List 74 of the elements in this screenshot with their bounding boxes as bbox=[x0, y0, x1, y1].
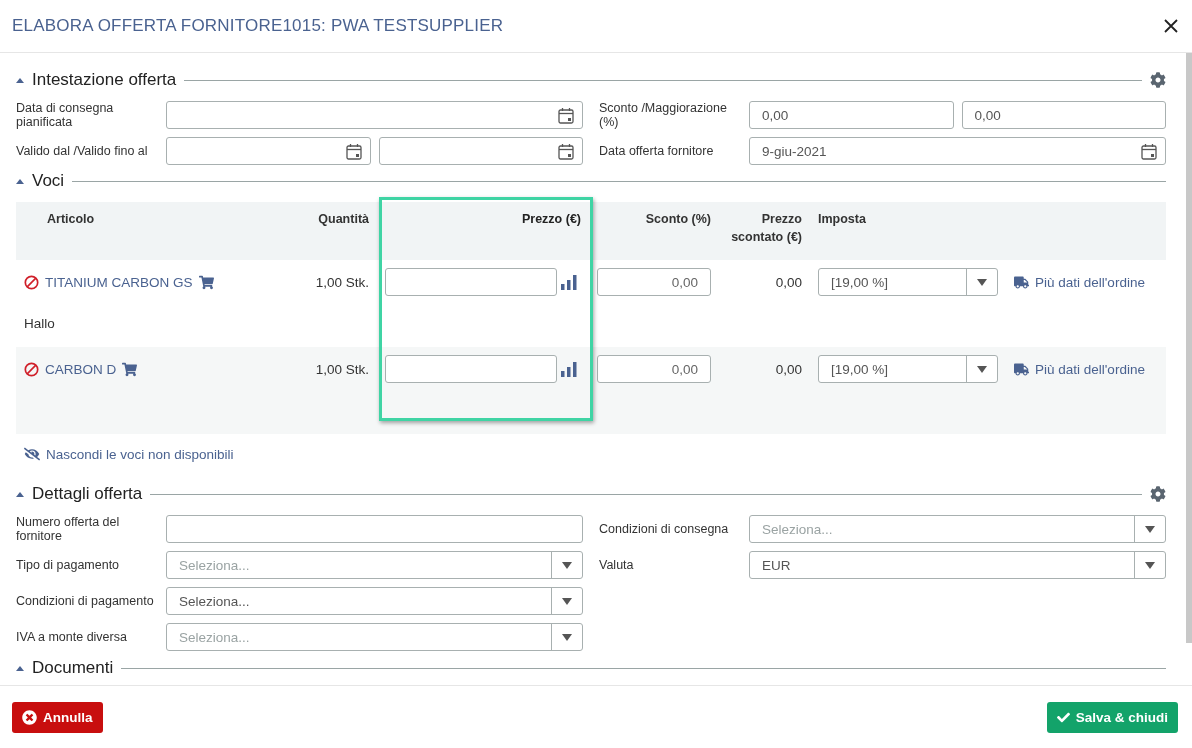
number-field[interactable]: 0,00 bbox=[749, 101, 954, 129]
cart-icon[interactable] bbox=[198, 274, 214, 290]
date-field[interactable] bbox=[378, 137, 583, 165]
dropdown-arrow-icon bbox=[562, 633, 572, 641]
field-label: IVA a monte diversa bbox=[16, 630, 128, 644]
field-label: Valuta bbox=[599, 558, 635, 572]
dropdown-arrow-icon bbox=[562, 597, 572, 605]
collapse-caret-icon[interactable] bbox=[16, 491, 24, 497]
field-label: Valido dal /Valido fino al bbox=[16, 144, 149, 158]
collapse-caret-icon[interactable] bbox=[16, 178, 24, 184]
cancel-button[interactable]: Annulla bbox=[12, 701, 103, 733]
section-title: Voci bbox=[32, 171, 65, 191]
field-label: Data offerta fornitore bbox=[599, 144, 715, 158]
field-label: Numero offerta del fornitore bbox=[16, 515, 121, 543]
discount-field[interactable]: 0,00 bbox=[597, 355, 711, 383]
article-link[interactable]: TITANIUM CARBON GS bbox=[45, 274, 193, 290]
check-icon bbox=[1056, 710, 1070, 724]
field-label: Condizioni di pagamento bbox=[16, 594, 155, 608]
field-label: Condizioni di consegna bbox=[599, 522, 730, 536]
save-button[interactable]: Salva & chiudi bbox=[1046, 701, 1178, 733]
field-label: Sconto /Maggiorazione (%) bbox=[599, 101, 728, 129]
dialog-title: ELABORA OFFERTA FORNITORE1015: PWA TESTSUPPLIER bbox=[12, 16, 504, 36]
calendar-icon bbox=[345, 142, 362, 160]
column-header: Sconto (%) bbox=[645, 212, 711, 226]
calendar-icon bbox=[1141, 142, 1157, 160]
calendar-icon bbox=[558, 142, 574, 160]
truck-icon bbox=[1014, 274, 1029, 290]
dropdown-arrow-icon bbox=[562, 561, 572, 569]
collapse-caret-icon[interactable] bbox=[16, 665, 24, 671]
settings-icon[interactable] bbox=[1150, 486, 1166, 502]
dropdown-arrow-icon bbox=[977, 365, 987, 373]
price-field[interactable] bbox=[385, 268, 557, 296]
dropdown-arrow-icon bbox=[1145, 561, 1155, 569]
order-data-link[interactable]: Più dati dell'ordine bbox=[1014, 274, 1145, 290]
dropdown-arrow-icon bbox=[977, 278, 987, 286]
field-label: Data di consegna pianificata bbox=[16, 101, 115, 129]
quantity-text: 1,00 Stk. bbox=[315, 361, 369, 377]
article-link[interactable]: CARBON D bbox=[45, 361, 117, 377]
discounted-price-text: 0,00 bbox=[775, 361, 802, 377]
number-field[interactable]: 0,00 bbox=[961, 101, 1166, 129]
text-field[interactable] bbox=[166, 515, 583, 543]
section-title: Dettagli offerta bbox=[32, 484, 143, 504]
truck-icon bbox=[1014, 361, 1029, 377]
tax-select[interactable]: [19,00 %] bbox=[818, 268, 998, 296]
settings-icon[interactable] bbox=[1150, 72, 1166, 88]
section-title: Documenti bbox=[32, 658, 114, 678]
cancel-icon bbox=[22, 709, 37, 725]
bar-chart-icon[interactable] bbox=[561, 361, 577, 377]
bar-chart-icon[interactable] bbox=[561, 274, 577, 290]
order-data-link[interactable]: Più dati dell'ordine bbox=[1014, 361, 1145, 377]
hide-unavailable-link[interactable]: Nascondi le voci non disponibili bbox=[24, 446, 234, 462]
date-field[interactable]: 9-giu-2021 bbox=[749, 137, 1166, 165]
section-title: Intestazione offerta bbox=[32, 70, 177, 90]
item-note: Hallo bbox=[24, 316, 55, 331]
discount-field[interactable]: 0,00 bbox=[597, 268, 711, 296]
select-field[interactable]: Seleziona... bbox=[166, 587, 583, 615]
quantity-text: 1,00 Stk. bbox=[315, 274, 369, 290]
column-header: Prezzo (€) bbox=[521, 212, 581, 226]
column-header: Imposta bbox=[818, 212, 866, 226]
field-label: Tipo di pagamento bbox=[16, 558, 121, 572]
date-field[interactable] bbox=[166, 101, 583, 129]
calendar-icon bbox=[558, 106, 574, 124]
dropdown-arrow-icon bbox=[1145, 525, 1155, 533]
column-header: Prezzo scontato (€) bbox=[731, 212, 802, 244]
column-header: Quantità bbox=[318, 212, 369, 226]
date-field[interactable] bbox=[166, 137, 371, 165]
select-field[interactable]: EUR bbox=[749, 551, 1166, 579]
eye-slash-icon bbox=[24, 446, 40, 462]
price-field[interactable] bbox=[385, 355, 557, 383]
collapse-caret-icon[interactable] bbox=[16, 77, 24, 83]
discounted-price-text: 0,00 bbox=[775, 274, 802, 290]
tax-select[interactable]: [19,00 %] bbox=[818, 355, 998, 383]
column-header: Articolo bbox=[47, 212, 95, 226]
cart-icon[interactable] bbox=[122, 361, 138, 377]
